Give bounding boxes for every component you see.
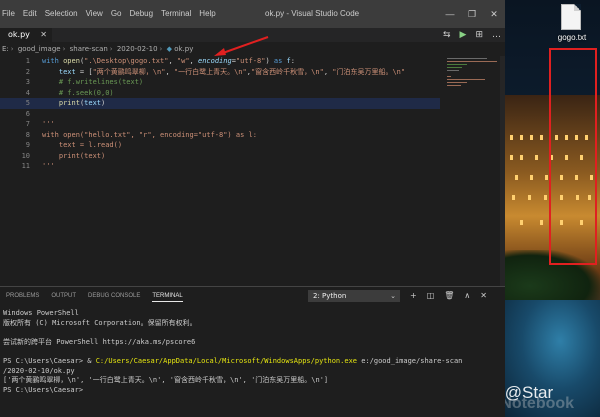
code-text: ''' [42,162,55,170]
breadcrumb-folder-good-image[interactable]: good_image [18,45,61,53]
window-controls: — ❐ ✕ [439,0,505,28]
code-text: # f.seek(0,0) [58,88,114,97]
line-number: 4 [25,88,30,97]
tab-terminal[interactable]: TERMINAL [152,290,183,302]
desktop-file-label: gogo.txt [557,33,587,42]
line-number: 8 [25,130,30,139]
terminal-output[interactable]: Windows PowerShell 版权所有 (C) Microsoft Cor… [3,309,503,395]
menu-bar: File Edit Selection View Go Debug Termin… [2,9,224,18]
editor-actions: ⇆ ▶ ⊞ … [434,28,501,42]
code-line[interactable]: 9 text = l.read() [0,140,440,151]
split-terminal-icon[interactable]: ◫ [427,290,435,302]
terminal-line: PS C:\Users\Caesar> [3,385,84,394]
window-title: ok.py - Visual Studio Code [265,9,360,18]
code-line[interactable]: 3 # f.writelines(text) [0,77,440,88]
tab-label: ok.py [8,30,30,39]
split-editor-icon[interactable]: ⊞ [475,28,483,42]
code-text: print(text) [42,151,106,160]
line-number: 7 [25,120,30,128]
code-text: with open(".\Desktop\gogo.txt", "w", enc… [42,57,295,65]
terminal-selector-value: 2: Python [313,292,347,300]
maximize-button[interactable]: ❐ [461,0,483,28]
menu-file[interactable]: File [2,9,15,18]
terminal-selector[interactable]: 2: Python ⌄ [308,290,400,302]
chevron-down-icon: ⌄ [390,292,396,300]
menu-selection[interactable]: Selection [45,9,78,18]
line-number: 6 [25,109,30,118]
code-text: text = l.read() [42,141,123,149]
panel-actions: + ◫ 🗑 ∧ ✕ [410,290,497,302]
terminal-line: /2020-02-10/ok.py [3,366,75,375]
python-file-icon: ◆ [166,45,172,53]
desktop-file-gogo[interactable]: gogo.txt [552,4,592,44]
code-text: print(text) [58,99,106,107]
code-text: with open("hello.txt", "r", encoding="ut… [42,130,257,139]
tab-ok-py[interactable]: ok.py ✕ [0,28,52,42]
code-editor[interactable]: 1 with open(".\Desktop\gogo.txt", "w", en… [0,56,440,176]
bottom-panel: PROBLEMS OUTPUT DEBUG CONSOLE TERMINAL 2… [0,286,505,417]
text-file-icon [561,4,581,30]
red-highlight-box [549,48,597,265]
line-number: 1 [25,57,30,65]
maximize-panel-icon[interactable]: ∧ [464,290,470,302]
vertical-scrollbar[interactable] [500,56,505,286]
menu-go[interactable]: Go [111,9,122,18]
minimap[interactable] [445,56,500,286]
code-line[interactable]: 8 with open("hello.txt", "r", encoding="u… [0,130,440,141]
line-number: 3 [25,78,30,86]
line-number: 9 [25,141,30,149]
minimize-button[interactable]: — [439,0,461,28]
close-window-button[interactable]: ✕ [483,0,505,28]
code-line[interactable]: 2 text = ["两个黄鹂鸣翠柳，\n", "一行白鹭上青天。\n","窗含… [0,67,440,78]
line-number: 10 [21,151,30,160]
run-icon[interactable]: ▶ [460,28,467,42]
breadcrumb: E: › good_image › share-scan › 2020-02-10 › … [2,45,194,53]
tab-debug-console[interactable]: DEBUG CONSOLE [88,290,140,302]
terminal-line: ['两个黄鹂鸣翠柳，\n', '一行白鹭上青天。\n', '窗含西岭千秋雪，\n… [3,376,329,385]
menu-view[interactable]: View [86,9,103,18]
breadcrumb-file[interactable]: ok.py [174,45,193,53]
menu-debug[interactable]: Debug [129,9,153,18]
line-number: 5 [25,99,30,107]
close-panel-icon[interactable]: ✕ [480,290,487,302]
menu-edit[interactable]: Edit [23,9,37,18]
breadcrumb-folder-date[interactable]: 2020-02-10 [117,45,158,53]
menu-terminal[interactable]: Terminal [161,9,191,18]
code-text: text = ["两个黄鹂鸣翠柳，\n", "一行白鹭上青天。\n","窗含西岭… [58,67,406,76]
code-line[interactable]: 5 print(text) [0,98,440,109]
breadcrumb-drive[interactable]: E: [2,45,9,53]
menu-help[interactable]: Help [199,9,215,18]
terminal-line: PS C:\Users\Caesar> & C:/Users/Caesar/Ap… [3,356,463,365]
trash-icon[interactable]: 🗑 [444,290,454,302]
code-line[interactable]: 1 with open(".\Desktop\gogo.txt", "w", en… [0,56,440,67]
code-line[interactable]: 4 # f.seek(0,0) [0,88,440,99]
code-text: # f.writelines(text) [58,78,144,86]
breadcrumb-folder-share-scan[interactable]: share-scan [70,45,108,53]
new-terminal-icon[interactable]: + [410,290,417,302]
line-number: 11 [21,162,30,170]
code-line[interactable]: 6 [0,109,440,120]
tab-output[interactable]: OUTPUT [51,290,76,302]
title-bar: File Edit Selection View Go Debug Termin… [0,0,505,28]
more-actions-icon[interactable]: … [492,28,501,42]
terminal-line: Windows PowerShell [3,309,79,317]
vscode-window: File Edit Selection View Go Debug Termin… [0,0,505,417]
tab-close-icon[interactable]: ✕ [40,28,47,42]
line-number: 2 [25,67,30,76]
tab-problems[interactable]: PROBLEMS [6,290,39,302]
code-line[interactable]: 7 ''' [0,119,440,130]
terminal-line: 版权所有 (C) Microsoft Corporation。保留所有权利。 [3,318,197,327]
code-text: ''' [42,120,55,128]
terminal-line: 尝试新的跨平台 PowerShell https://aka.ms/pscore… [3,337,196,346]
compare-icon[interactable]: ⇆ [443,28,451,42]
code-line[interactable]: 10 print(text) [0,151,440,162]
code-line[interactable]: 11 ''' [0,161,440,172]
panel-tabs: PROBLEMS OUTPUT DEBUG CONSOLE TERMINAL [6,290,195,302]
